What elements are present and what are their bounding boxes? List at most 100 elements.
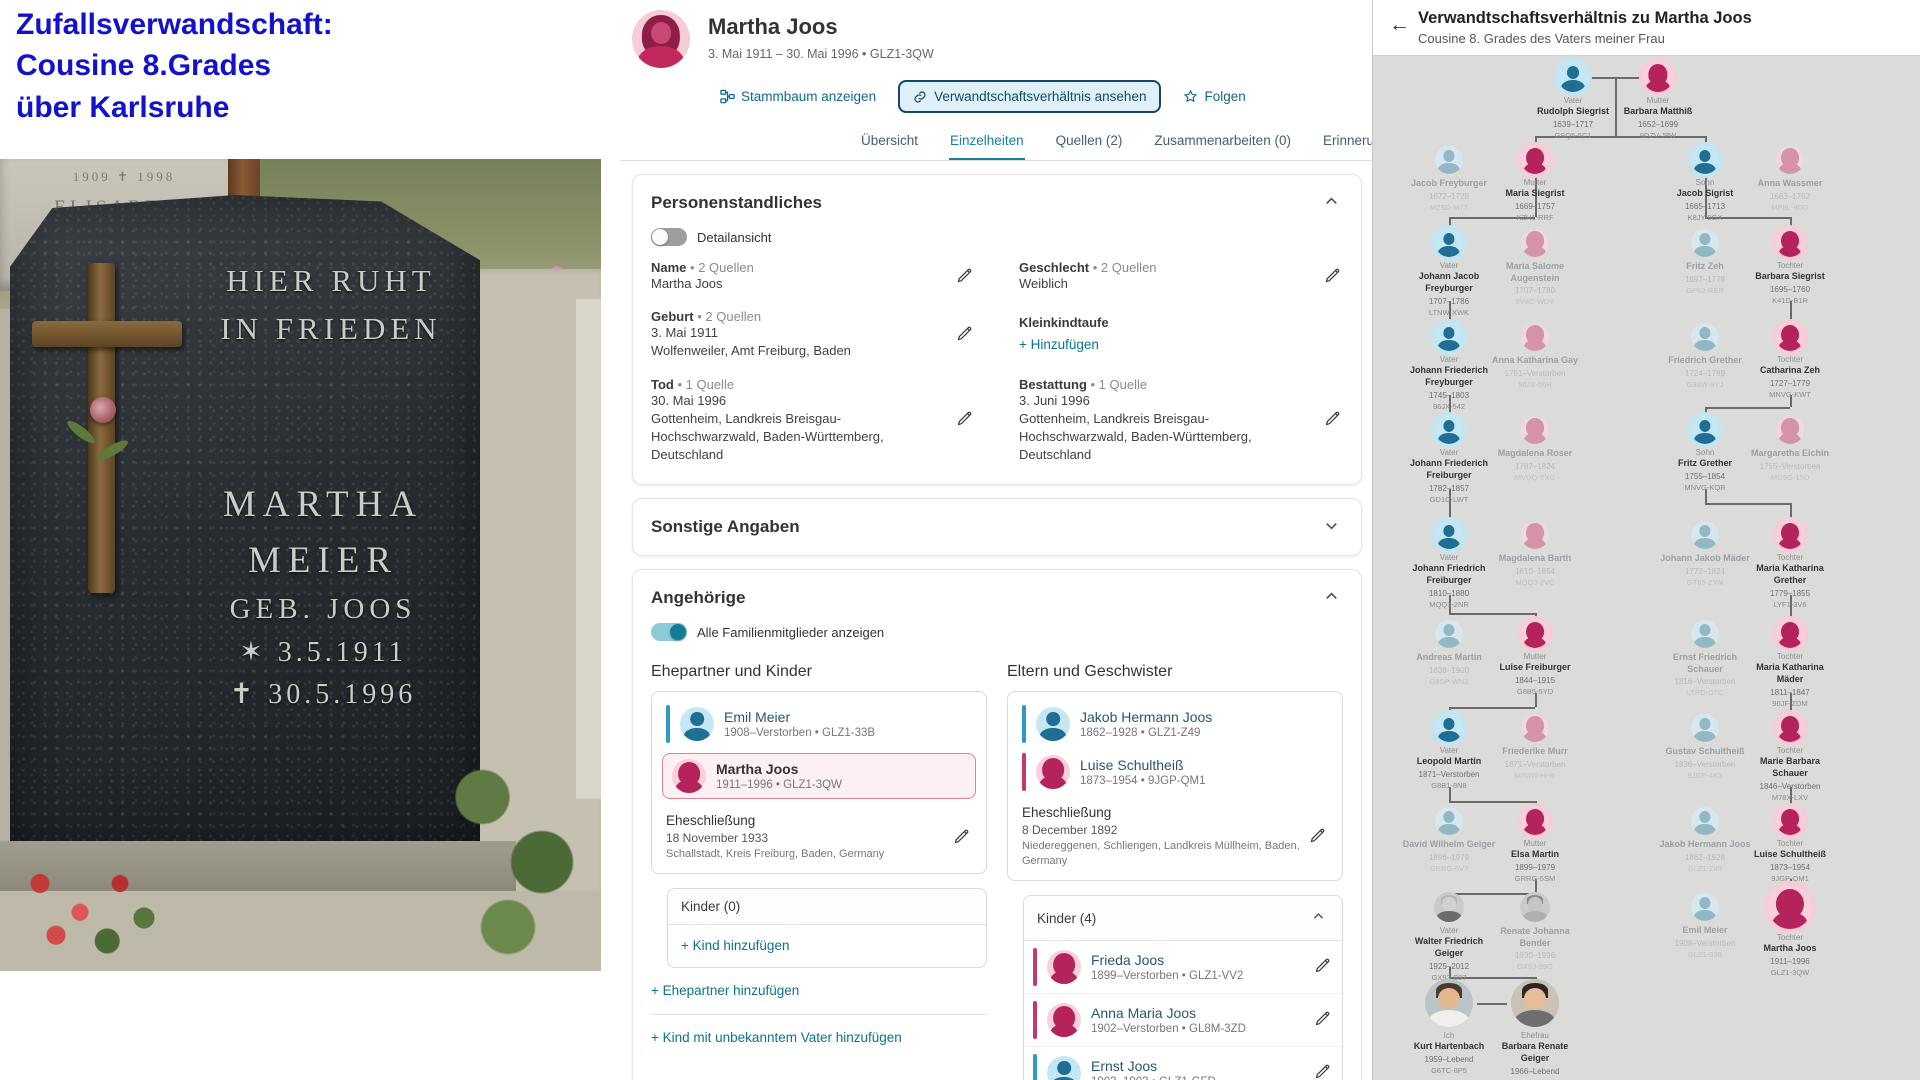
- family-member-row[interactable]: Luise Schultheiß1873–1954 • 9JGP-QM1: [1018, 748, 1332, 796]
- tab-einzelheiten[interactable]: Einzelheiten: [949, 124, 1025, 161]
- epitaph-name: MARTHA MEIER GEB. JOOS ✶ 3.5.1911 ✝ 30.5…: [178, 477, 468, 716]
- tree-person-name: Johann Jakob Mäder: [1657, 553, 1753, 565]
- headline: Zufallsverwandschaft: Cousine 8.Grades ü…: [16, 4, 333, 128]
- tree-person-id: GRRG-5V7: [1401, 864, 1497, 873]
- collapse-chevron-up-icon[interactable]: [1320, 190, 1343, 216]
- collapse-chevron-up-icon[interactable]: [1320, 585, 1343, 611]
- family-member-row[interactable]: Anna Maria Joos1902–Verstorben • GL8M-3Z…: [1033, 999, 1306, 1041]
- tree-person-node[interactable]: SohnFritz Grether1755–1854MNVG-KQR: [1657, 416, 1753, 492]
- follow-button[interactable]: Folgen: [1183, 89, 1245, 104]
- tree-person-node[interactable]: Jacob Freyburger1672–1728M2SD-M7T: [1401, 146, 1497, 212]
- tree-person-node[interactable]: Gustav Schultheiß1836–Verstorben9JGP-4K3: [1657, 714, 1753, 780]
- edit-pencil-icon[interactable]: [954, 323, 975, 347]
- tree-person-node[interactable]: VaterJohann Friedrich Freiburger1810–188…: [1401, 521, 1497, 609]
- expand-chevron-down-icon[interactable]: [1320, 514, 1343, 540]
- tree-person-node[interactable]: TochterMartha Joos1911–1996GLZ1-3QW: [1742, 885, 1838, 977]
- family-member-row[interactable]: Frieda Joos1899–Verstorben • GLZ1-VV2: [1033, 946, 1306, 988]
- tree-person-node[interactable]: EhefrauBarbara Renate Geiger1966–LebendG…: [1487, 979, 1583, 1080]
- tab-quellen-[interactable]: Quellen (2): [1055, 124, 1124, 160]
- tree-person-node[interactable]: MutterMaria Siegrist1669–1757KZH1-RRF: [1487, 146, 1583, 222]
- add-child-unknown-father-link[interactable]: + Kind mit unbekanntem Vater hinzufügen: [651, 1030, 902, 1045]
- tree-person-node[interactable]: Magdalena Roser1787–1824MVDQ-TXG: [1487, 416, 1583, 482]
- show-all-family-toggle[interactable]: [651, 623, 687, 641]
- edit-pencil-icon[interactable]: [1312, 955, 1333, 979]
- family-member-row[interactable]: Ernst Joos1903–1903 • GLZ1-GFD: [1033, 1052, 1306, 1080]
- tree-person-node[interactable]: TochterMaria Katharina Mäder1811–184796J…: [1742, 620, 1838, 708]
- relationship-role: Ich: [1401, 1031, 1497, 1041]
- child-row[interactable]: Anna Maria Joos1902–Verstorben • GL8M-3Z…: [1024, 994, 1342, 1047]
- edit-pencil-icon[interactable]: [1322, 408, 1343, 432]
- child-row[interactable]: Ernst Joos1903–1903 • GLZ1-GFD: [1024, 1047, 1342, 1080]
- view-relationship-button[interactable]: Verwandtschaftsverhältnis ansehen: [898, 80, 1161, 113]
- detail-view-toggle[interactable]: [651, 228, 687, 246]
- tree-person-node[interactable]: David Wilhelm Geiger1896–1979GRRG-5V7: [1401, 807, 1497, 873]
- edit-pencil-icon[interactable]: [1312, 1061, 1333, 1080]
- tree-person-node[interactable]: Emil Meier1908–VerstorbenGLZ1-33B: [1657, 893, 1753, 959]
- tree-person-node[interactable]: Ernst Friedrich Schauer1816–VerstorbenLT…: [1657, 620, 1753, 697]
- person-profile-panel: Martha Joos 3. Mai 1911 – 30. Mai 1996 •…: [620, 0, 1372, 1080]
- tree-person-node[interactable]: Fritz Zeh1697–1778GP63-RBR: [1657, 229, 1753, 295]
- photo-plants: [440, 719, 601, 971]
- tree-person-node[interactable]: Andreas Martin1838–1900G8SP-WN2: [1401, 620, 1497, 686]
- person-avatar: [1435, 521, 1463, 549]
- tab-erinnerungen[interactable]: Erinnerungen: [1322, 124, 1372, 160]
- photo-flowers-bottom: [8, 849, 168, 964]
- tree-person-node[interactable]: TochterMaria Katharina Grether1779–1855L…: [1742, 521, 1838, 609]
- family-member-row[interactable]: Jakob Hermann Joos1862–1928 • GLZ1-Z49: [1018, 700, 1332, 748]
- tree-person-node[interactable]: Renate Johanna Bender1930–1996GX93-99G: [1487, 892, 1583, 971]
- tree-person-node[interactable]: VaterJohann Friederich Freiburger1782–18…: [1401, 416, 1497, 504]
- tree-person-node[interactable]: Magdalena Barth1810–1854MQQ3-2VC: [1487, 521, 1583, 587]
- collapse-chevron-up-icon[interactable]: [1308, 906, 1329, 930]
- view-tree-button[interactable]: Stammbaum anzeigen: [720, 89, 876, 104]
- tree-person-node[interactable]: VaterJohann Jacob Freyburger1707–1786LTN…: [1401, 229, 1497, 317]
- tree-person-node[interactable]: Margaretha Eichin1755–VerstorbenMG5G-15D: [1742, 416, 1838, 482]
- add-child-link[interactable]: + Kind hinzufügen: [681, 938, 789, 953]
- tree-person-id: 96JX-542: [1401, 402, 1497, 411]
- relationship-tree-canvas[interactable]: VaterRudolph Siegrist1639–1717GSQ5-5C1Mu…: [1373, 55, 1920, 1080]
- edit-pencil-icon[interactable]: [954, 265, 975, 289]
- add-baptism-link[interactable]: + Hinzufügen: [1019, 336, 1099, 355]
- tab-übersicht[interactable]: Übersicht: [860, 124, 919, 160]
- person-avatar: [1558, 62, 1588, 92]
- tree-person-node[interactable]: TochterLuise Schultheiß1873–19549JGP-QM1: [1742, 807, 1838, 883]
- tree-person-node[interactable]: TochterBarbara Siegrist1695–1760K41D-B1R: [1742, 229, 1838, 305]
- tree-person-node[interactable]: Johann Jakob Mäder1772–1824GT65-ZYN: [1657, 521, 1753, 587]
- tree-person-node[interactable]: IchKurt Hartenbach1959–LebendG6TC-8P5: [1401, 979, 1497, 1075]
- edit-pencil-icon[interactable]: [951, 826, 972, 850]
- tree-person-id: G8SP-WN2: [1401, 677, 1497, 686]
- tab-zusammenarbeiten-[interactable]: Zusammenarbeiten (0): [1153, 124, 1292, 160]
- tree-person-node[interactable]: Friedrich Grether1724–1789G38W-9YJ: [1657, 323, 1753, 389]
- child-row[interactable]: Frieda Joos1899–Verstorben • GLZ1-VV2: [1024, 941, 1342, 994]
- family-member-row[interactable]: Emil Meier1908–Verstorben • GLZ1-33B: [662, 700, 976, 748]
- tree-person-node[interactable]: Jakob Hermann Joos1862–1928GLZ1-Z49: [1657, 807, 1753, 873]
- edit-pencil-icon[interactable]: [1312, 1008, 1333, 1032]
- family-member-row[interactable]: Martha Joos1911–1996 • GLZ1-3QW: [662, 753, 976, 799]
- profile-actions: Stammbaum anzeigen Verwandtschaftsverhäl…: [720, 80, 1372, 113]
- tree-person-node[interactable]: VaterJohann Friederich Freyburger1745–18…: [1401, 323, 1497, 411]
- edit-pencil-icon[interactable]: [1307, 825, 1328, 849]
- tree-person-name: Fritz Grether: [1657, 458, 1753, 470]
- add-spouse-link[interactable]: + Ehepartner hinzufügen: [651, 983, 799, 998]
- tree-person-node[interactable]: MutterBarbara Matthiß1652–16999DZV-J8W: [1610, 62, 1706, 140]
- tree-person-name: Jacob Sigrist: [1657, 188, 1753, 200]
- tree-person-node[interactable]: VaterRudolph Siegrist1639–1717GSQ5-5C1: [1525, 62, 1621, 140]
- person-avatar: [1521, 521, 1549, 549]
- tree-person-node[interactable]: Anna Katharina Gay1751–Verstorben96JX-56…: [1487, 323, 1583, 389]
- back-arrow-icon[interactable]: ←: [1383, 12, 1416, 38]
- tree-person-years: 1724–1789: [1657, 369, 1753, 378]
- tree-person-node[interactable]: MutterLuise Freiburger1844–1915G8B5-5YD: [1487, 620, 1583, 696]
- tree-person-node[interactable]: Friederike Murr1871–VerstorbenM7GW-HH6: [1487, 714, 1583, 780]
- field-baptism: Kleinkindtaufe + Hinzufügen: [1019, 309, 1343, 360]
- edit-pencil-icon[interactable]: [954, 408, 975, 432]
- tree-person-node[interactable]: TochterMarie Barbara Schauer1846–Verstor…: [1742, 714, 1838, 802]
- tree-person-node[interactable]: VaterWalter Friedrich Geiger1925–2012GX9…: [1401, 892, 1497, 982]
- edit-pencil-icon[interactable]: [1322, 265, 1343, 289]
- tree-person-node[interactable]: SohnJacob Sigrist1665–1713K8JY-9GX: [1657, 146, 1753, 222]
- tree-person-node[interactable]: Maria Salome Augenstein1707–17809V8C-WDY: [1487, 229, 1583, 306]
- tree-person-node[interactable]: MutterElsa Martin1899–1979GRRG-5SM: [1487, 807, 1583, 883]
- member-meta: 1903–1903 • GLZ1-GFD: [1091, 1076, 1216, 1080]
- tree-person-node[interactable]: VaterLeopold Martin1871–VerstorbenG8B1-8…: [1401, 714, 1497, 790]
- tree-person-node[interactable]: TochterCatharina Zeh1727–1779MNVG-KWT: [1742, 323, 1838, 399]
- member-name: Emil Meier: [724, 709, 875, 725]
- tree-person-node[interactable]: Anna Wassmer1663–1762MP8L-9DG: [1742, 146, 1838, 212]
